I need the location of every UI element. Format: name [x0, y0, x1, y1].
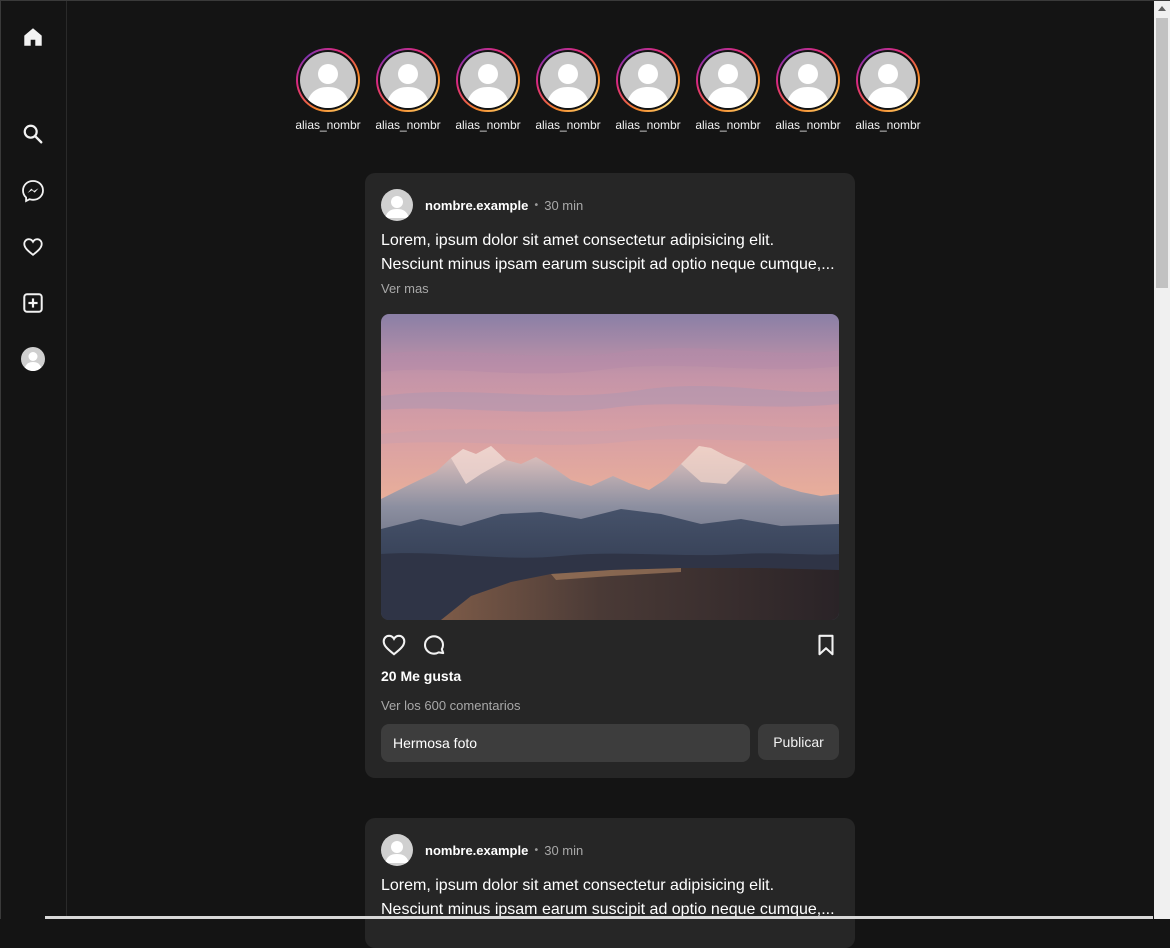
story-avatar — [300, 52, 356, 108]
profile-avatar-icon[interactable] — [21, 347, 45, 371]
story-ring-inner — [298, 50, 358, 110]
story-ring — [696, 48, 760, 112]
story-ring — [536, 48, 600, 112]
story-ring-inner — [618, 50, 678, 110]
scrollbar-thumb[interactable] — [1156, 18, 1168, 288]
story-username: alias_nombr — [615, 118, 681, 132]
post-card: nombre.example • 30 min Lorem, ipsum dol… — [365, 173, 855, 778]
story-item[interactable]: alias_nombr — [295, 48, 361, 132]
comment-form: Publicar — [381, 724, 839, 762]
scroll-up-arrow-icon[interactable] — [1158, 6, 1166, 11]
post-username[interactable]: nombre.example — [425, 198, 528, 213]
story-username: alias_nombr — [295, 118, 361, 132]
post-caption: Lorem, ipsum dolor sit amet consectetur … — [381, 229, 839, 277]
story-username: alias_nombr — [535, 118, 601, 132]
story-item[interactable]: alias_nombr — [695, 48, 761, 132]
story-avatar — [460, 52, 516, 108]
search-icon[interactable] — [21, 122, 45, 146]
post-actions — [381, 632, 839, 660]
story-ring — [296, 48, 360, 112]
story-username: alias_nombr — [855, 118, 921, 132]
caption-line: Lorem, ipsum dolor sit amet consectetur … — [381, 877, 775, 894]
story-username: alias_nombr — [775, 118, 841, 132]
story-ring-inner — [458, 50, 518, 110]
post-username[interactable]: nombre.example — [425, 843, 528, 858]
story-ring-inner — [698, 50, 758, 110]
sidebar — [1, 1, 67, 919]
story-ring — [776, 48, 840, 112]
post-avatar[interactable] — [381, 189, 413, 221]
home-icon[interactable] — [21, 25, 45, 49]
story-username: alias_nombr — [455, 118, 521, 132]
post-separator: • — [533, 199, 540, 211]
story-item[interactable]: alias_nombr — [455, 48, 521, 132]
story-ring-inner — [538, 50, 598, 110]
view-comments-link[interactable]: Ver los 600 comentarios — [381, 698, 839, 713]
vertical-scrollbar[interactable] — [1154, 1, 1170, 919]
story-item[interactable]: alias_nombr — [535, 48, 601, 132]
bookmark-icon[interactable] — [813, 632, 839, 658]
story-ring-inner — [378, 50, 438, 110]
story-ring — [376, 48, 440, 112]
post-header: nombre.example • 30 min — [381, 189, 839, 221]
messenger-icon[interactable] — [21, 179, 45, 203]
story-ring — [456, 48, 520, 112]
story-ring-inner — [778, 50, 838, 110]
story-avatar — [860, 52, 916, 108]
story-username: alias_nombr — [375, 118, 441, 132]
story-avatar — [620, 52, 676, 108]
see-more-link[interactable]: Ver mas — [381, 281, 839, 296]
post-separator: • — [533, 844, 540, 856]
post-time: 30 min — [544, 842, 584, 858]
story-item[interactable]: alias_nombr — [375, 48, 441, 132]
likes-count: 20 Me gusta — [381, 668, 462, 684]
comment-bubble-icon[interactable] — [421, 632, 447, 658]
post-caption: Lorem, ipsum dolor sit amet consectetur … — [381, 874, 839, 922]
story-avatar — [780, 52, 836, 108]
story-avatar — [700, 52, 756, 108]
story-avatar — [380, 52, 436, 108]
comment-input[interactable] — [381, 724, 750, 762]
stories-bar: alias_nombr alias_nombr alias_nombr alias_n… — [295, 48, 921, 132]
post-photo[interactable] — [381, 314, 839, 620]
story-avatar — [540, 52, 596, 108]
story-item[interactable]: alias_nombr — [855, 48, 921, 132]
post-time: 30 min — [544, 197, 584, 213]
caption-line: Nesciunt minus ipsam earum suscipit ad o… — [381, 256, 835, 273]
add-post-icon[interactable] — [21, 291, 45, 315]
like-heart-icon[interactable] — [381, 632, 407, 658]
publish-button[interactable]: Publicar — [758, 724, 839, 760]
story-item[interactable]: alias_nombr — [775, 48, 841, 132]
story-username: alias_nombr — [695, 118, 761, 132]
post-header: nombre.example • 30 min — [381, 834, 839, 866]
post-card: nombre.example • 30 min Lorem, ipsum dol… — [365, 818, 855, 948]
story-ring-inner — [858, 50, 918, 110]
caption-line: Lorem, ipsum dolor sit amet consectetur … — [381, 232, 775, 249]
post-avatar[interactable] — [381, 834, 413, 866]
story-ring — [856, 48, 920, 112]
heart-icon[interactable] — [21, 235, 45, 259]
story-item[interactable]: alias_nombr — [615, 48, 681, 132]
story-ring — [616, 48, 680, 112]
